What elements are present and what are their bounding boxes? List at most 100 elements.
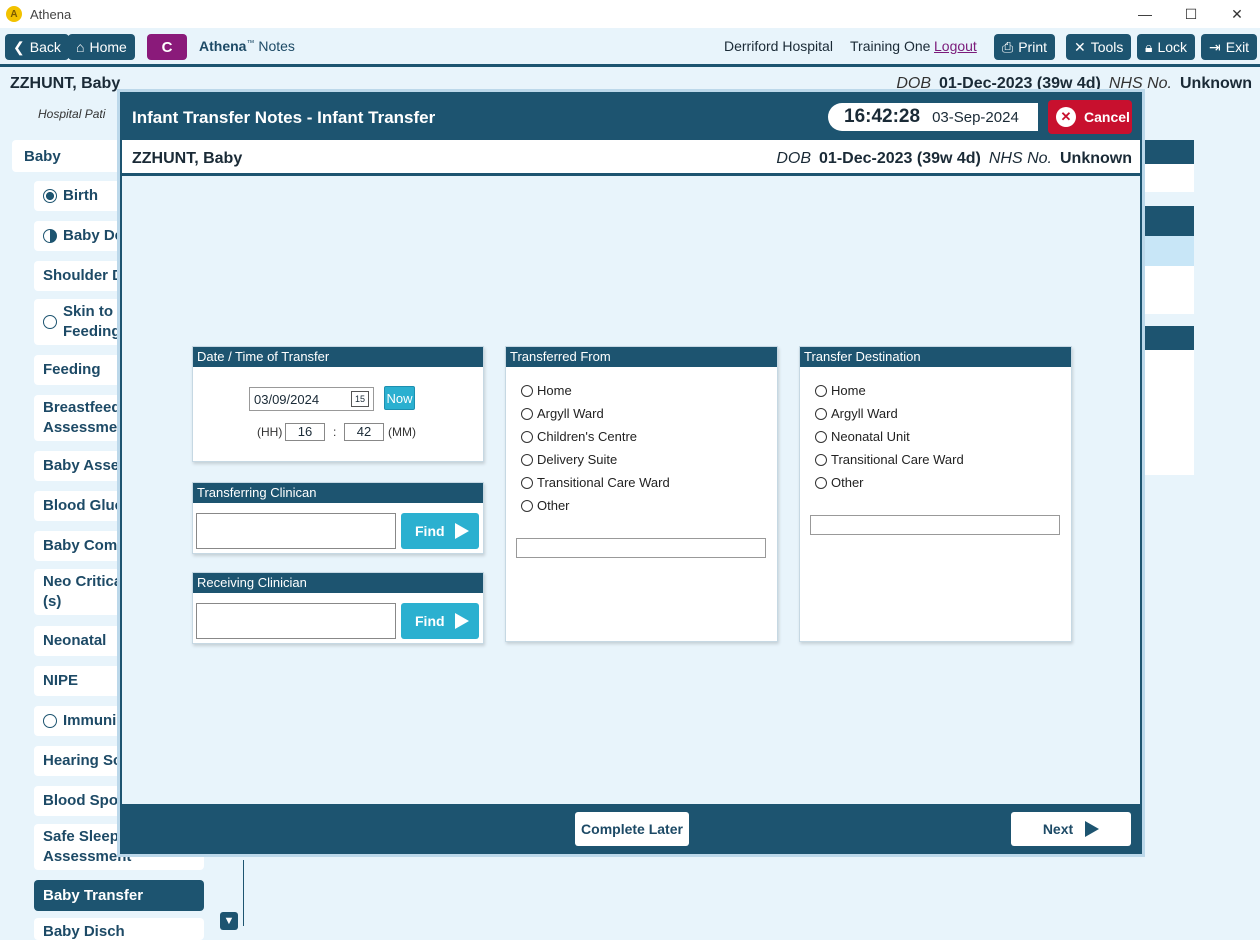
bg-panel [1140,350,1194,475]
play-arrow-icon [455,613,469,629]
option-label: Argyll Ward [537,406,604,421]
nav-label: Neonatal [43,632,107,649]
nav-item-baby-transfer[interactable]: Baby Transfer [34,880,204,911]
play-arrow-icon [455,523,469,539]
home-label: Home [89,39,127,55]
bg-panel [1140,266,1194,314]
find-transferring-button[interactable]: Find [401,513,479,549]
minimize-button[interactable]: — [1122,0,1168,28]
radio-icon[interactable] [815,430,827,443]
lock-button[interactable]: 🔒︎ Lock [1137,34,1196,60]
transfer-date-input[interactable]: 03/09/2024 15 [249,387,374,411]
from-option-delivery-suite[interactable]: Delivery Suite [521,452,617,467]
now-button[interactable]: Now [384,386,415,410]
transferring-clinician-input[interactable] [196,513,396,549]
dob-label: DOB [776,150,812,167]
from-other-input[interactable] [516,538,766,558]
radio-icon[interactable] [521,499,533,512]
dest-option-home[interactable]: Home [815,383,866,398]
radio-icon[interactable] [521,476,533,489]
radio-icon[interactable] [521,407,533,420]
empty-status-icon [43,714,57,728]
date-time-panel: Date / Time of Transfer 03/09/2024 15 No… [192,346,484,462]
modal-footer: Complete Later Next [122,804,1140,852]
modal-header: Infant Transfer Notes - Infant Transfer … [122,94,1140,140]
receiving-clinician-input[interactable] [196,603,396,639]
find-label: Find [415,523,445,539]
receiving-clinician-panel: Receiving Clinician Find [192,572,484,644]
radio-icon[interactable] [815,476,827,489]
cancel-button[interactable]: ✕ Cancel [1048,100,1132,134]
radio-icon[interactable] [815,407,827,420]
from-option-argyll-ward[interactable]: Argyll Ward [521,406,604,421]
dest-other-input[interactable] [810,515,1060,535]
home-icon: ⌂ [76,39,85,55]
maximize-button[interactable]: ☐ [1168,0,1214,28]
radio-icon[interactable] [521,453,533,466]
radio-icon[interactable] [815,384,827,397]
nav-label: Breastfeedi Assessmen [43,399,127,436]
context-badge[interactable]: C [147,34,187,60]
nav-label: Baby Comm [43,537,131,554]
printer-icon: ⎙ [1002,38,1014,55]
partial-status-icon [43,229,57,243]
hh-label: (HH) [257,425,283,439]
patient-name: ZZHUNT, Baby [132,150,243,167]
panel-title: Transfer Destination [800,347,1071,367]
nav-label: Safe Sleepi Assessment [43,828,132,865]
close-window-button[interactable]: ✕ [1214,0,1260,28]
main-toolbar: ❮ Back ⌂ Home C Athena™ Notes Derriford Ho… [0,28,1260,64]
find-receiving-button[interactable]: Find [401,603,479,639]
transferred-from-panel: Transferred From Home Argyll Ward Childr… [505,346,778,642]
nav-label: Skin to S Feeding [63,303,127,340]
panel-title: Receiving Clinician [193,573,483,593]
from-option-other[interactable]: Other [521,498,570,513]
option-label: Other [537,498,570,513]
from-option-transitional-care[interactable]: Transitional Care Ward [521,475,670,490]
logout-link[interactable]: Logout [934,38,977,54]
nav-label: Baby Disch [43,923,125,940]
brand-name: Athena [199,38,247,54]
dest-option-neonatal-unit[interactable]: Neonatal Unit [815,429,910,444]
lock-icon: 🔒︎ [1145,38,1153,55]
radio-icon[interactable] [815,453,827,466]
from-option-home[interactable]: Home [521,383,572,398]
radio-icon[interactable] [521,430,533,443]
nav-label: Feeding [43,361,101,378]
lock-label: Lock [1157,39,1188,55]
from-option-childrens-centre[interactable]: Children's Centre [521,429,637,444]
option-label: Delivery Suite [537,452,618,467]
tools-button[interactable]: ✕ Tools [1066,34,1132,60]
panel-title: Transferred From [506,347,777,367]
clock-date: 03-Sep-2024 [932,108,1019,126]
hospital-patient-line: Hospital Pati [38,107,106,121]
exit-label: Exit [1225,39,1250,55]
dest-option-transitional-care[interactable]: Transitional Care Ward [815,452,964,467]
minute-input[interactable]: 42 [344,423,384,441]
print-button[interactable]: ⎙ Print [994,34,1055,60]
nhs-value: Unknown [1180,75,1252,92]
complete-later-button[interactable]: Complete Later [575,812,689,846]
scroll-down-icon[interactable]: ▼ [220,912,238,930]
home-button[interactable]: ⌂ Home [68,34,135,60]
next-button[interactable]: Next [1011,812,1131,846]
dest-option-argyll-ward[interactable]: Argyll Ward [815,406,898,421]
transferring-clinician-panel: Transferring Clinican Find [192,482,484,554]
bg-panel-header [1140,140,1194,164]
complete-status-icon [43,189,57,203]
panel-title: Transferring Clinican [193,483,483,503]
hour-input[interactable]: 16 [285,423,325,441]
calendar-icon[interactable]: 15 [351,391,369,407]
date-value: 03/09/2024 [254,392,320,407]
dob-value: 01-Dec-2023 (39w 4d) [939,75,1101,92]
hospital-name: Derriford Hospital [724,38,833,54]
radio-icon[interactable] [521,384,533,397]
nav-item-baby-discharge[interactable]: Baby Disch [34,918,204,940]
bg-panel-header [1140,326,1194,350]
exit-button[interactable]: ⇥ Exit [1201,34,1258,60]
nav-label: Baby Asses [43,457,128,474]
bg-panel-header [1140,206,1194,236]
option-label: Other [831,475,864,490]
back-button[interactable]: ❮ Back [5,34,69,60]
dest-option-other[interactable]: Other [815,475,864,490]
